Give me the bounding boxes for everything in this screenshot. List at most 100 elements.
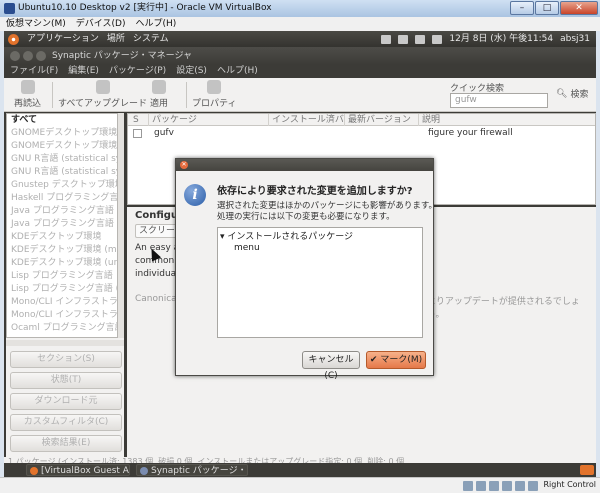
search-results-button[interactable]: 検索結果(E) xyxy=(10,435,122,452)
category-hscrollbar[interactable] xyxy=(6,340,124,346)
window-controls: – □ ✕ xyxy=(510,1,598,15)
apply-button[interactable]: 適用 xyxy=(150,80,168,109)
panel-clock[interactable]: 12月 8日 (水) 午後11:54 xyxy=(449,31,553,47)
keyboard-icon[interactable] xyxy=(381,34,392,44)
synaptic-toolbar: 再読込 すべてアップグレード 適用 プロパティ クイック検索 gufw 🔍︎ 検… xyxy=(4,78,596,112)
description-title: Configu xyxy=(135,210,179,221)
vbox-menu-machine[interactable]: 仮想マシン(M) xyxy=(6,17,66,31)
network-icon[interactable] xyxy=(398,34,409,44)
syn-minimize-icon[interactable] xyxy=(23,51,33,61)
minimize-button[interactable]: – xyxy=(510,1,534,15)
properties-icon xyxy=(207,80,222,94)
dialog-text-line: 処理の実行には以下の変更も必要になります。 xyxy=(217,212,395,222)
category-item[interactable]: Java プログラミング言語 xyxy=(7,205,117,218)
category-item[interactable]: Mono/CLI インフラストラク xyxy=(7,309,117,322)
update-note: よりアップデートが提供されるでしょう。 xyxy=(427,297,580,320)
search-button[interactable]: 🔍︎ 検索 xyxy=(556,87,588,101)
panel-menu-applications[interactable]: アプリケーション xyxy=(27,31,99,47)
package-table-header: S パッケージ インストール済バ 最新バージョン 説明 xyxy=(128,114,595,126)
dialog-close-icon[interactable]: ✕ xyxy=(180,161,188,169)
col-latest-version[interactable]: 最新バージョン xyxy=(344,114,411,126)
syn-menu-package[interactable]: パッケージ(P) xyxy=(109,65,166,78)
category-item[interactable]: KDEデスクトップ環境 (unive xyxy=(7,257,117,270)
usb-icon[interactable] xyxy=(489,481,499,491)
status-button[interactable]: 状態(T) xyxy=(10,372,122,389)
vbox-statusbar: Right Control xyxy=(0,477,600,493)
sections-button[interactable]: セクション(S) xyxy=(10,351,122,368)
upgrade-all-button[interactable]: すべてアップグレード xyxy=(58,80,147,109)
search-icon: 🔍︎ xyxy=(556,88,568,99)
dependency-dialog: ✕ i 依存により要求された変更を追加しますか? 選択された変更はほかのパッケー… xyxy=(175,158,437,381)
tree-item[interactable]: menu xyxy=(234,243,260,253)
properties-button[interactable]: プロパティ xyxy=(192,80,236,109)
col-description[interactable]: 説明 xyxy=(418,114,440,126)
mark-button[interactable]: ✔ マーク(M) xyxy=(366,351,426,369)
vbox-window-title: Ubuntu10.10 Desktop v2 [実行中] - Oracle VM… xyxy=(0,0,600,17)
origin-button[interactable]: ダウンロード元 xyxy=(10,393,122,410)
network-adapter-icon[interactable] xyxy=(502,481,512,491)
expander-down-icon[interactable]: ▾ xyxy=(220,232,225,242)
syn-menu-help[interactable]: ヘルプ(H) xyxy=(217,65,258,78)
maximize-button[interactable]: □ xyxy=(535,1,559,15)
category-item[interactable]: Gnustep デスクトップ環境 (u xyxy=(7,179,117,192)
category-vscrollbar[interactable] xyxy=(118,113,124,338)
package-checkbox[interactable] xyxy=(133,129,142,138)
reload-button[interactable]: 再読込 xyxy=(14,80,41,109)
vbox-menu-help[interactable]: ヘルプ(H) xyxy=(135,17,176,31)
cancel-button[interactable]: キャンセル(C) xyxy=(302,351,360,381)
category-item[interactable]: GNU R言語 (statistical syst xyxy=(7,166,117,179)
tree-group-install[interactable]: ▾ インストールされるパッケージ xyxy=(220,229,353,242)
canonical-note: Canonica xyxy=(135,294,177,304)
check-icon: ✔ xyxy=(369,355,378,365)
left-panel: すべて GNOMEデスクトップ環境 GNOMEデスクトップ環境 (un GNU … xyxy=(6,113,124,457)
syn-close-icon[interactable] xyxy=(10,51,20,61)
volume-icon[interactable] xyxy=(415,34,426,44)
category-item[interactable]: Lisp プログラミング言語 xyxy=(7,270,117,283)
taskbar-label: [VirtualBox Guest A... xyxy=(41,466,130,476)
table-row[interactable]: gufv figure your firewall xyxy=(128,127,595,140)
panel-user[interactable]: absj31 xyxy=(560,31,590,47)
package-description: figure your firewall xyxy=(428,128,513,138)
custom-filter-button[interactable]: カスタムフィルタ(C) xyxy=(10,414,122,431)
category-item[interactable]: Lisp プログラミング言語 (uni xyxy=(7,283,117,296)
apply-icon xyxy=(152,80,166,94)
guest-screen: アプリケーション 場所 システム 12月 8日 (水) 午後11:54 absj… xyxy=(4,31,596,477)
trash-icon[interactable] xyxy=(580,465,594,475)
col-status[interactable]: S xyxy=(130,114,139,126)
category-item[interactable]: GNU R言語 (statistical syst xyxy=(7,153,117,166)
panel-menu-system[interactable]: システム xyxy=(133,31,169,47)
host-key-label: Right Control xyxy=(543,480,596,489)
synaptic-title: Synaptic パッケージ・マネージャ xyxy=(52,51,193,61)
syn-menu-edit[interactable]: 編集(E) xyxy=(68,65,99,78)
taskbar-item-vbox-guest[interactable]: [VirtualBox Guest A... xyxy=(26,464,130,476)
category-item[interactable]: Mono/CLI インフラストラク xyxy=(7,296,117,309)
ubuntu-logo-icon xyxy=(8,33,19,45)
taskbar-label: Synaptic パッケージ・... xyxy=(151,466,248,476)
hdd-icon[interactable] xyxy=(463,481,473,491)
category-item[interactable]: すべて xyxy=(7,114,117,127)
reload-icon xyxy=(20,80,35,94)
syn-maximize-icon[interactable] xyxy=(36,51,46,61)
taskbar-item-synaptic[interactable]: Synaptic パッケージ・... xyxy=(136,464,248,476)
close-button[interactable]: ✕ xyxy=(560,1,598,15)
category-item[interactable]: Ocaml プログラミング言語 xyxy=(7,322,117,335)
shared-folder-icon[interactable] xyxy=(515,481,525,491)
quick-search-input[interactable]: gufw xyxy=(450,93,548,108)
category-item[interactable]: KDEデスクトップ環境 xyxy=(7,231,117,244)
vbox-menu-devices[interactable]: デバイス(D) xyxy=(76,17,126,31)
mail-icon[interactable] xyxy=(432,34,443,44)
panel-menu-places[interactable]: 場所 xyxy=(107,31,125,47)
reload-label: 再読込 xyxy=(14,99,42,109)
syn-menu-file[interactable]: ファイル(F) xyxy=(10,65,58,78)
col-installed-version[interactable]: インストール済バ xyxy=(268,114,344,126)
category-item[interactable]: KDEデスクトップ環境 (multi xyxy=(7,244,117,257)
syn-menu-settings[interactable]: 設定(S) xyxy=(176,65,207,78)
category-item[interactable]: Haskell プログラミング言語 xyxy=(7,192,117,205)
category-item[interactable]: GNOMEデスクトップ環境 (un xyxy=(7,140,117,153)
mouse-integration-icon[interactable] xyxy=(528,481,538,491)
category-item[interactable]: GNOMEデスクトップ環境 xyxy=(7,127,117,140)
col-package[interactable]: パッケージ xyxy=(148,114,197,126)
cd-icon[interactable] xyxy=(476,481,486,491)
category-item[interactable]: Java プログラミング言語 (un xyxy=(7,218,117,231)
category-list: すべて GNOMEデスクトップ環境 GNOMEデスクトップ環境 (un GNU … xyxy=(6,113,118,338)
